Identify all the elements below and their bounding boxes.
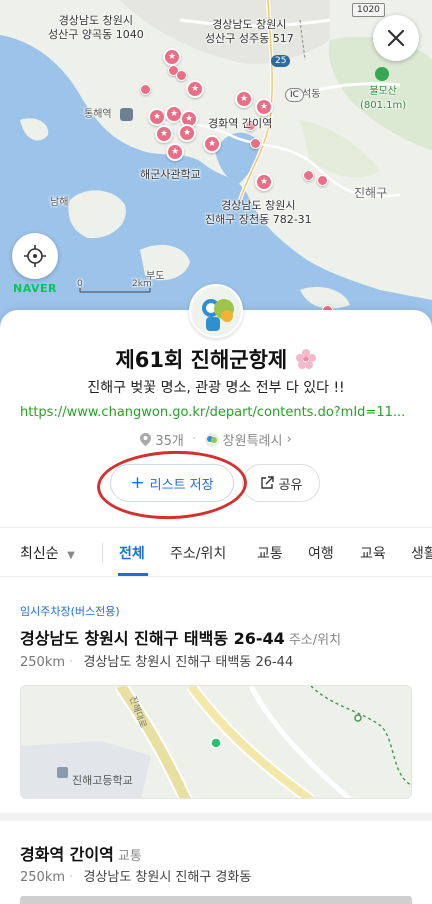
list-item-info: 250km · 경상남도 창원시 진해구 태백동 26-44	[20, 655, 294, 670]
share-icon	[260, 476, 274, 489]
mountain-icon	[375, 67, 389, 81]
map-pin[interactable]: ★	[178, 124, 196, 142]
map-view[interactable]: ★ ★ ★ ★ ★ ★ ★ ★ ★ ★ ★ ★ 경상남도 창원시 성산구 양곡동…	[0, 0, 432, 330]
place-count: 35개	[155, 434, 184, 449]
map-label-namhae: 남해	[50, 197, 69, 208]
map-pin[interactable]: ★	[166, 143, 184, 161]
tab-living[interactable]: 생활	[411, 543, 432, 563]
map-label-seongju: 경상남도 창원시 성산구 성주동 517	[205, 18, 294, 45]
caret-down-icon: ▼	[67, 550, 75, 561]
station-icon	[120, 108, 133, 121]
current-location-button[interactable]	[12, 233, 58, 279]
map-pin[interactable]: ★	[203, 135, 221, 153]
map-label-yanggok: 경상남도 창원시 성산구 양곡동 1040	[48, 14, 144, 41]
section-divider	[0, 813, 432, 821]
share-button[interactable]: 공유	[242, 464, 320, 502]
sort-dropdown[interactable]: 최신순 ▼	[20, 543, 75, 563]
map-label-tonghae: 통해역	[84, 109, 112, 120]
item-address: 경상남도 창원시 진해구 태백동 26-44	[83, 655, 294, 670]
owner-name[interactable]: 창원특례시	[223, 434, 283, 449]
list-meta: 35개 · 창원특례시 ›	[0, 430, 432, 449]
cherry-blossom-icon	[295, 349, 316, 369]
list-item-title[interactable]: 경상남도 창원시 진해구 태백동 26-44 주소/위치	[20, 625, 341, 649]
list-item-info: 250km · 경상남도 창원시 진해구 경화동	[20, 870, 252, 885]
map-label-seokdong: 석동	[302, 89, 321, 100]
map-pin[interactable]	[250, 138, 261, 149]
map-pin[interactable]: ★	[163, 48, 181, 66]
item-distance: 250km	[20, 655, 66, 670]
item-distance: 250km	[20, 870, 66, 885]
item-photo-strip	[20, 896, 412, 904]
scale-label: 2km	[132, 279, 152, 289]
tab-all[interactable]: 전체	[119, 543, 145, 563]
item-address: 경상남도 창원시 진해구 경화동	[83, 870, 252, 885]
tab-education[interactable]: 교육	[360, 543, 386, 563]
tab-separator	[102, 543, 103, 563]
ic-marker: IC	[285, 88, 304, 102]
close-icon	[387, 29, 405, 47]
map-pin[interactable]: ★	[255, 98, 273, 116]
road-number-25: 25	[271, 55, 291, 67]
item-category: 주소/위치	[288, 633, 342, 648]
list-item-title[interactable]: 경화역 간이역 교통	[20, 841, 142, 865]
map-pin[interactable]	[140, 84, 151, 95]
share-label: 공유	[278, 477, 303, 493]
naver-logo: NAVER	[13, 282, 57, 295]
list-avatar	[189, 284, 243, 338]
list-title: 제61회 진해군항제	[0, 345, 432, 375]
map-label-gyeonghwa: 경화역 간이역	[208, 117, 273, 130]
owner-avatar-icon	[204, 432, 219, 447]
list-url-link[interactable]: https://www.changwon.go.kr/depart/conten…	[20, 405, 412, 420]
list-description: 진해구 벚꽃 명소, 관광 명소 전부 다 있다 !!	[87, 380, 345, 396]
tab-transport[interactable]: 교통	[257, 543, 283, 563]
map-pin[interactable]: ★	[148, 108, 166, 126]
map-label-bulmosan: 불모산 (801.1m)	[360, 86, 407, 111]
category-tab-bar: 최신순 ▼ 전체 주소/위치 교통 여행 교육 생활	[0, 527, 432, 577]
crosshair-icon	[24, 245, 46, 267]
tab-travel[interactable]: 여행	[308, 543, 334, 563]
map-pin[interactable]: ★	[186, 80, 204, 98]
map-pin[interactable]: ★	[155, 125, 173, 143]
item-minimap[interactable]: 진해대로 진해고등학교	[20, 685, 412, 799]
item-badge: 임시주차장(버스전용)	[20, 605, 120, 618]
location-pin-icon	[140, 433, 152, 446]
map-background	[0, 0, 432, 330]
item-category: 교통	[117, 849, 142, 864]
minimap-school-label: 진해고등학교	[72, 774, 133, 787]
map-label-jinhaegu: 진해구	[354, 186, 388, 200]
map-pin[interactable]	[317, 175, 328, 186]
chevron-right-icon: ›	[286, 432, 292, 447]
map-label-naval-academy: 해군사관학교	[140, 168, 201, 181]
active-tab-indicator	[118, 573, 148, 576]
map-pin[interactable]: ★	[235, 90, 253, 108]
map-pin[interactable]: ★	[255, 173, 273, 191]
map-pin[interactable]	[303, 170, 314, 181]
map-pin[interactable]	[176, 70, 187, 81]
tab-address[interactable]: 주소/위치	[170, 543, 226, 563]
map-label-jangcheon: 경상남도 창원시 진해구 장천동 782-31	[205, 199, 312, 226]
road-number-1020: 1020	[352, 3, 385, 17]
scale-zero: 0	[77, 279, 83, 289]
close-button[interactable]	[373, 15, 419, 61]
